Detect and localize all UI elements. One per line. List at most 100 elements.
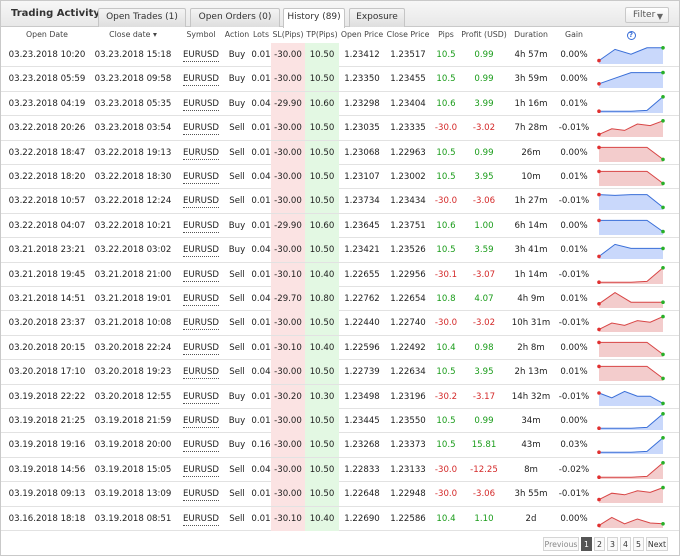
sparkline-end-dot [661,376,665,381]
table-row[interactable]: 03.22.2018 04:07 03.22.2018 10:21 EURUSD Bu… [1,213,679,239]
symbol-link[interactable]: EURUSD [182,245,220,258]
cell-gain: 0.01% [560,245,588,256]
cell-lots: 0.04 [251,98,271,109]
table-row[interactable]: 03.19.2018 09:13 03.19.2018 13:09 EURUSD Se… [1,482,679,507]
symbol-link[interactable]: EURUSD [182,50,220,62]
page-button-1[interactable]: 1 [581,537,592,551]
cell-open-date: 03.20.2018 17:10 [8,367,86,378]
page-button-3[interactable]: 3 [607,537,618,551]
symbol-link[interactable]: EURUSD [182,416,220,428]
cell-tp-pips: 10.80 [305,287,339,311]
symbol-link[interactable]: EURUSD [182,514,220,526]
table-row[interactable]: 03.19.2018 14:56 03.19.2018 15:05 EURUSD Se… [1,457,679,483]
table-row[interactable]: 03.16.2018 18:18 03.19.2018 08:51 EURUSD Se… [1,506,679,531]
tab-open-trades[interactable]: Open Trades (1) [98,8,186,27]
sparkline-end-dot [661,352,665,356]
col-profit[interactable]: Profit (USD) [461,27,507,43]
cell-duration: 6h 14m [514,220,548,231]
next-page-button[interactable]: Next [646,537,668,551]
table-row[interactable]: 03.23.2018 04:19 03.23.2018 05:35 EURUSD Bu… [1,91,679,117]
col-lots[interactable]: Lots [251,27,271,43]
cell-open-price: 1.23298 [344,98,380,109]
table-row[interactable]: 03.22.2018 10:57 03.22.2018 12:24 EURUSD Se… [1,189,679,214]
cell-gain: -0.01% [558,269,590,280]
cell-open-date: 03.22.2018 18:20 [8,172,86,182]
col-sl[interactable]: SL(Pips) [271,27,305,43]
symbol-link[interactable]: EURUSD [182,489,220,502]
symbol-link[interactable]: EURUSD [182,367,220,380]
col-close-date[interactable]: Close date ▾ [91,27,175,43]
symbol-link[interactable]: EURUSD [182,392,220,404]
table-row[interactable]: 03.20.2018 20:15 03.20.2018 22:24 EURUSD Se… [1,335,679,361]
cell-duration: 7h 28m [514,123,548,134]
col-open-date[interactable]: Open Date [5,27,89,43]
col-duration[interactable]: Duration [507,27,555,43]
cell-close-price: 1.23373 [390,440,426,451]
symbol-link[interactable]: EURUSD [182,123,220,136]
symbol-link[interactable]: EURUSD [182,465,220,477]
table-row[interactable]: 03.22.2018 18:20 03.22.2018 18:30 EURUSD Se… [1,165,679,190]
page-button-4[interactable]: 4 [620,537,631,551]
cell-tp-pips: 10.60 [305,213,339,238]
cell-pips: 10.5 [436,440,456,451]
symbol-link[interactable]: EURUSD [182,221,220,233]
table-row[interactable]: 03.20.2018 23:37 03.21.2018 10:08 EURUSD Se… [1,311,679,336]
cell-symbol: EURUSD [179,92,223,116]
cell-open-price: 1.22648 [344,489,380,500]
symbol-link[interactable]: EURUSD [182,99,220,111]
page-button-5[interactable]: 5 [633,537,644,551]
tab-open-orders[interactable]: Open Orders (0) [190,8,280,27]
cell-gain: 0.00% [560,50,588,60]
table-row[interactable]: 03.23.2018 05:59 03.23.2018 09:58 EURUSD Bu… [1,67,679,92]
cell-tp-pips: 10.50 [305,409,339,433]
col-action[interactable]: Action [223,27,251,43]
cell-symbol: EURUSD [179,433,223,457]
symbol-link[interactable]: EURUSD [182,270,220,282]
info-icon[interactable]: ? [626,30,636,40]
col-tp[interactable]: TP(Pips) [305,27,339,43]
cell-profit: 15.81 [471,440,497,451]
col-close-price[interactable]: Close Price [385,27,431,43]
tab-history[interactable]: History (89) [283,8,345,28]
tab-exposure[interactable]: Exposure [349,8,405,27]
col-info[interactable]: ? [597,27,665,43]
col-open-price[interactable]: Open Price [339,27,385,43]
page-button-2[interactable]: 2 [594,537,605,551]
cell-duration: 3h 55m [514,489,548,500]
sparkline-end-dot [661,205,665,210]
col-pips[interactable]: Pips [431,27,461,43]
symbol-link[interactable]: EURUSD [182,343,220,355]
cell-close-date: 03.20.2018 12:55 [94,391,172,402]
table-row[interactable]: 03.19.2018 21:25 03.19.2018 21:59 EURUSD Bu… [1,409,679,434]
col-close-date-label: Close date [109,30,151,39]
table-row[interactable]: 03.22.2018 18:47 03.22.2018 19:13 EURUSD Se… [1,140,679,165]
table-row[interactable]: 03.21.2018 23:21 03.22.2018 03:02 EURUSD Bu… [1,238,679,263]
table-row[interactable]: 03.22.2018 20:26 03.23.2018 03:54 EURUSD Se… [1,116,679,141]
cell-gain: 0.01% [560,294,588,304]
symbol-link[interactable]: EURUSD [182,148,220,160]
table-row[interactable]: 03.23.2018 10:20 03.23.2018 15:18 EURUSD Bu… [1,43,679,68]
col-gain[interactable]: Gain [555,27,593,43]
cell-tp-pips: 10.50 [305,482,339,507]
table-row[interactable]: 03.20.2018 17:10 03.20.2018 19:23 EURUSD Se… [1,360,679,385]
table-row[interactable]: 03.19.2018 22:22 03.20.2018 12:55 EURUSD Bu… [1,384,679,409]
symbol-link[interactable]: EURUSD [182,196,220,209]
symbol-link[interactable]: EURUSD [182,172,220,184]
cell-duration: 3h 41m [514,245,548,256]
symbol-link[interactable]: EURUSD [182,74,220,87]
table-row[interactable]: 03.21.2018 14:51 03.21.2018 19:01 EURUSD Se… [1,287,679,312]
cell-close-date: 03.20.2018 22:24 [94,342,172,353]
table-row[interactable]: 03.21.2018 19:45 03.21.2018 21:00 EURUSD Se… [1,262,679,287]
symbol-link[interactable]: EURUSD [182,294,220,306]
filter-button[interactable]: Filter ▼ [625,7,669,23]
cell-pips: 10.5 [436,367,456,378]
cell-pips: -30.0 [434,318,458,329]
col-symbol[interactable]: Symbol [179,27,223,43]
table-row[interactable]: 03.19.2018 19:16 03.19.2018 20:00 EURUSD Bu… [1,433,679,458]
trade-sparkline [597,315,665,333]
symbol-link[interactable]: EURUSD [182,318,220,331]
symbol-link[interactable]: EURUSD [182,440,220,453]
cell-sl-pips: -30.00 [271,360,305,385]
previous-page-button[interactable]: Previous [543,537,579,551]
cell-open-date: 03.22.2018 04:07 [8,220,86,231]
